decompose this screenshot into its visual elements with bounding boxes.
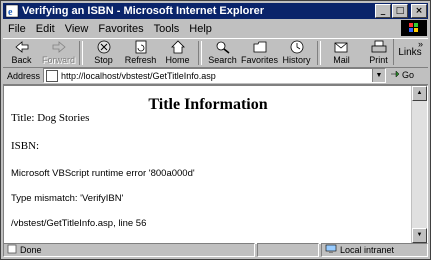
forward-arrow-icon	[51, 40, 67, 54]
page-done-icon	[7, 244, 17, 256]
forward-button[interactable]: Forward	[40, 39, 77, 67]
refresh-button[interactable]: Refresh	[122, 39, 159, 67]
menu-bar: File Edit View Favorites Tools Help	[3, 20, 428, 37]
scroll-down-button[interactable]: ▼	[412, 228, 427, 243]
status-bar: Done Local intranet	[3, 242, 428, 257]
favorites-icon	[252, 40, 268, 54]
address-bar: Address http://localhost/vbstest/GetTitl…	[3, 67, 428, 85]
maximize-button[interactable]: □	[392, 4, 408, 18]
chevron-down-icon[interactable]: ▼	[372, 69, 385, 82]
close-button[interactable]: ×	[411, 4, 427, 18]
print-button[interactable]: Print	[360, 39, 397, 67]
zone-text: Local intranet	[340, 244, 395, 255]
history-icon	[289, 40, 305, 54]
stop-icon	[96, 40, 112, 54]
menu-view[interactable]: View	[60, 23, 94, 35]
history-button[interactable]: History	[278, 39, 315, 67]
back-button[interactable]: Back	[3, 39, 40, 67]
mismatch-line: Type mismatch: 'VerifyIBN'	[11, 193, 124, 204]
go-arrow-icon	[390, 69, 400, 81]
isbn-line: ISBN:	[11, 140, 40, 152]
ie-logo-icon: e	[5, 4, 19, 18]
toolbar-separator	[79, 41, 83, 65]
address-label: Address	[7, 70, 41, 81]
refresh-icon	[133, 40, 149, 54]
go-button[interactable]: Go	[390, 68, 426, 82]
title-line: Title: Dog Stories	[11, 112, 90, 124]
standard-toolbar: Back Forward Stop Refresh Home Search Fa…	[3, 38, 428, 68]
location-line: /vbstest/GetTitleInfo.asp, line 56	[11, 218, 147, 229]
address-url: http://localhost/vbstest/GetTitleInfo.as…	[61, 70, 216, 81]
links-toolbar[interactable]: Links »	[393, 39, 426, 65]
browser-window: e Verifying an ISBN - Microsoft Internet…	[0, 0, 431, 260]
page-content: Title Information Title: Dog Stories ISB…	[4, 86, 412, 243]
title-bar[interactable]: e Verifying an ISBN - Microsoft Internet…	[3, 3, 428, 19]
stop-button[interactable]: Stop	[85, 39, 122, 67]
intranet-icon	[325, 244, 337, 256]
mail-icon	[334, 40, 350, 54]
favorites-button[interactable]: Favorites	[241, 39, 278, 67]
status-text: Done	[20, 244, 42, 255]
address-input[interactable]: http://localhost/vbstest/GetTitleInfo.as…	[43, 68, 386, 83]
error-line: Microsoft VBScript runtime error '800a00…	[11, 168, 195, 179]
mail-button[interactable]: Mail	[323, 39, 360, 67]
page-icon	[46, 69, 58, 82]
status-panel: Done	[3, 242, 255, 257]
search-icon	[215, 40, 231, 54]
windows-logo-icon	[401, 20, 427, 36]
home-icon	[170, 40, 186, 54]
chevron-right-icon: »	[417, 39, 423, 49]
scroll-up-button[interactable]: ▲	[412, 86, 427, 101]
zone-panel: Local intranet	[321, 242, 428, 257]
toolbar-separator	[317, 41, 321, 65]
print-icon	[371, 40, 387, 54]
vertical-scrollbar[interactable]: ▲ ▼	[411, 86, 427, 243]
menu-edit[interactable]: Edit	[31, 23, 60, 35]
page-viewport: Title Information Title: Dog Stories ISB…	[3, 85, 428, 244]
status-empty-panel	[257, 242, 319, 257]
home-button[interactable]: Home	[159, 39, 196, 67]
window-title: Verifying an ISBN - Microsoft Internet E…	[22, 5, 265, 17]
menu-favorites[interactable]: Favorites	[93, 23, 148, 35]
minimize-button[interactable]: _	[375, 4, 391, 18]
back-arrow-icon	[14, 40, 30, 54]
menu-tools[interactable]: Tools	[149, 23, 185, 35]
menu-file[interactable]: File	[3, 23, 31, 35]
svg-text:e: e	[8, 7, 13, 18]
toolbar-separator	[198, 41, 202, 65]
menu-help[interactable]: Help	[184, 23, 217, 35]
search-button[interactable]: Search	[204, 39, 241, 67]
go-label: Go	[402, 70, 415, 80]
